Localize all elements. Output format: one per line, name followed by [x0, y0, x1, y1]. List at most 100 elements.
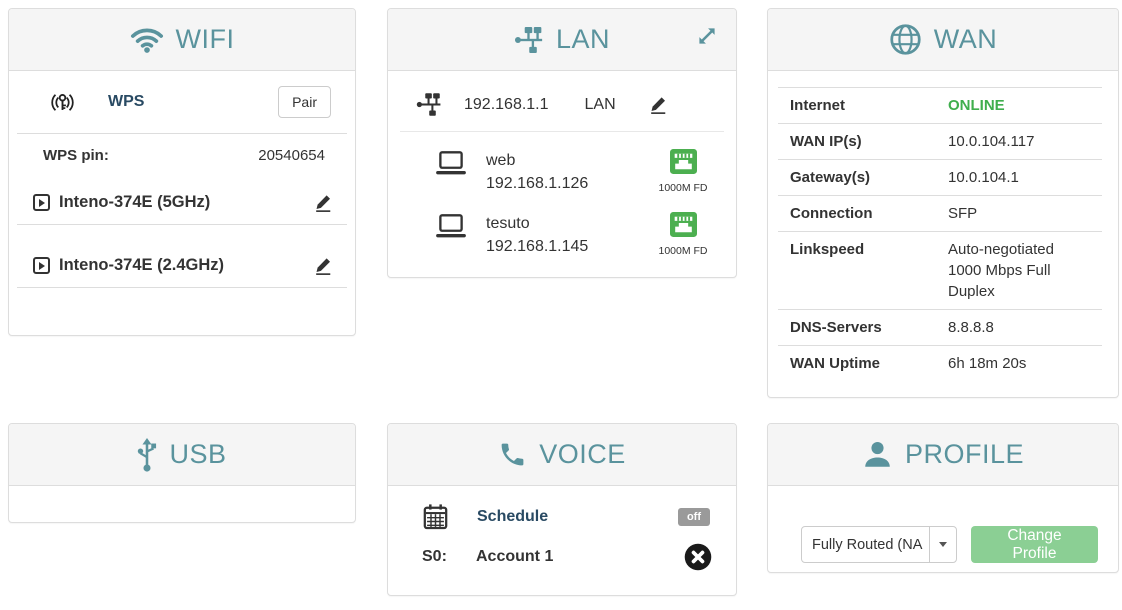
user-icon: [862, 439, 893, 470]
caret-down-icon[interactable]: [929, 527, 956, 562]
table-row: WAN Uptime 6h 18m 20s: [778, 345, 1102, 381]
lan-device-row: tesuto 192.168.1.145: [388, 195, 736, 258]
wan-row-value: 8.8.8.8: [948, 317, 1076, 338]
ethernet-port-icon: [670, 149, 697, 179]
wifi-icon: [130, 26, 164, 54]
lan-panel: LAN: [387, 8, 737, 278]
wan-status-table: Internet ONLINE WAN IP(s) 10.0.104.117 G…: [778, 87, 1102, 381]
device-name: web: [486, 149, 588, 172]
table-row: WAN IP(s) 10.0.104.117: [778, 123, 1102, 159]
expand-arrows-icon[interactable]: [694, 23, 720, 54]
wan-row-label: WAN Uptime: [790, 353, 948, 374]
profile-select-value: Fully Routed (NA: [802, 527, 929, 562]
laptop-icon: [434, 212, 468, 241]
wps-pin-label: WPS pin:: [43, 147, 109, 164]
laptop-icon: [434, 149, 468, 178]
caret-right-square-icon[interactable]: [33, 257, 50, 274]
profile-select[interactable]: Fully Routed (NA: [801, 526, 957, 563]
wan-row-label: WAN IP(s): [790, 131, 948, 152]
wan-row-label: Connection: [790, 203, 948, 224]
voice-account-row: S0: Account 1: [388, 531, 736, 571]
ssid-row-5ghz: Inteno-374E (5GHz): [17, 192, 347, 225]
wan-row-value: 10.0.104.117: [948, 131, 1076, 152]
table-row: Connection SFP: [778, 195, 1102, 231]
usb-panel: USB: [8, 423, 356, 523]
profile-panel: PROFILE Fully Routed (NA Change Profile: [767, 423, 1119, 573]
wan-row-value: 10.0.104.1: [948, 167, 1076, 188]
wps-row: WPS Pair: [17, 71, 347, 134]
device-name: tesuto: [486, 212, 588, 235]
profile-panel-title: PROFILE: [905, 439, 1024, 470]
port-speed-label: 1000M FD: [658, 245, 707, 257]
gateway-name: LAN: [585, 96, 616, 114]
wan-row-label: Gateway(s): [790, 167, 948, 188]
usb-panel-header[interactable]: USB: [9, 424, 355, 486]
voice-panel-header[interactable]: VOICE: [388, 424, 736, 486]
network-icon: [514, 27, 544, 53]
edit-icon[interactable]: [313, 192, 333, 213]
wifi-panel-header[interactable]: WIFI: [9, 9, 355, 71]
wps-antenna-key-icon: [49, 90, 76, 115]
wifi-panel-body: WPS Pair WPS pin: 20540654 Inteno-374E (…: [9, 71, 355, 288]
lan-gateway-row: 192.168.1.1 LAN: [400, 71, 724, 132]
lan-panel-title: LAN: [556, 24, 610, 55]
voice-panel-body: Schedule off S0: Account 1: [388, 486, 736, 571]
wifi-panel: WIFI WPS Pair: [8, 8, 356, 336]
ethernet-port-icon: [670, 212, 697, 242]
schedule-link[interactable]: Schedule: [477, 508, 548, 526]
change-profile-button[interactable]: Change Profile: [971, 526, 1098, 563]
voice-panel-title: VOICE: [539, 439, 626, 470]
voice-panel: VOICE: [387, 423, 737, 596]
wan-row-label: Internet: [790, 95, 948, 116]
lan-panel-body: 192.168.1.1 LAN web: [388, 71, 736, 258]
usb-panel-title: USB: [169, 439, 226, 470]
table-row: Internet ONLINE: [778, 87, 1102, 123]
gateway-ip: 192.168.1.1: [464, 96, 549, 114]
account-prefix: S0:: [422, 548, 476, 566]
router-dashboard: WIFI WPS Pair: [0, 0, 1122, 610]
table-row: Linkspeed Auto-negotiated 1000 Mbps Full…: [778, 231, 1102, 309]
times-circle-icon[interactable]: [684, 543, 712, 571]
wan-status-online: ONLINE: [948, 95, 1076, 116]
usb-icon: [137, 438, 157, 472]
wan-panel-header[interactable]: WAN: [768, 9, 1118, 71]
device-info: web 192.168.1.126: [486, 149, 588, 195]
ssid-name: Inteno-374E (5GHz): [59, 193, 210, 212]
table-row: Gateway(s) 10.0.104.1: [778, 159, 1102, 195]
wan-row-label: DNS-Servers: [790, 317, 948, 338]
wps-pin-value: 20540654: [258, 147, 325, 164]
account-name: Account 1: [476, 548, 553, 566]
profile-panel-header[interactable]: PROFILE: [768, 424, 1118, 486]
wan-row-value: SFP: [948, 203, 1076, 224]
wifi-panel-title: WIFI: [176, 24, 235, 55]
device-ip: 192.168.1.126: [486, 172, 588, 195]
wan-row-value: Auto-negotiated 1000 Mbps Full Duplex: [948, 239, 1076, 302]
wan-row-value: 6h 18m 20s: [948, 353, 1076, 374]
edit-icon[interactable]: [648, 94, 668, 115]
network-icon: [416, 93, 442, 116]
phone-icon: [498, 440, 527, 469]
wan-panel-title: WAN: [934, 24, 998, 55]
lan-device-row: web 192.168.1.126: [388, 132, 736, 195]
calendar-icon: [422, 503, 449, 531]
wps-pin-row: WPS pin: 20540654: [9, 134, 355, 164]
wan-panel: WAN Internet ONLINE WAN IP(s) 10.0.104.1…: [767, 8, 1119, 398]
ssid-name: Inteno-374E (2.4GHz): [59, 256, 224, 275]
globe-icon: [889, 23, 922, 56]
edit-icon[interactable]: [313, 255, 333, 276]
port-speed-label: 1000M FD: [658, 182, 707, 194]
device-port: 1000M FD: [652, 149, 714, 194]
pair-button[interactable]: Pair: [278, 86, 331, 118]
device-ip: 192.168.1.145: [486, 235, 588, 258]
table-row: DNS-Servers 8.8.8.8: [778, 309, 1102, 345]
wps-label: WPS: [108, 93, 144, 111]
ssid-row-2-4ghz: Inteno-374E (2.4GHz): [17, 255, 347, 288]
caret-right-square-icon[interactable]: [33, 194, 50, 211]
lan-panel-header[interactable]: LAN: [388, 9, 736, 71]
profile-panel-body: Fully Routed (NA Change Profile: [768, 486, 1118, 563]
wan-row-label: Linkspeed: [790, 239, 948, 302]
schedule-row: Schedule off: [388, 486, 736, 531]
wan-panel-body: Internet ONLINE WAN IP(s) 10.0.104.117 G…: [768, 87, 1118, 381]
device-info: tesuto 192.168.1.145: [486, 212, 588, 258]
device-port: 1000M FD: [652, 212, 714, 257]
